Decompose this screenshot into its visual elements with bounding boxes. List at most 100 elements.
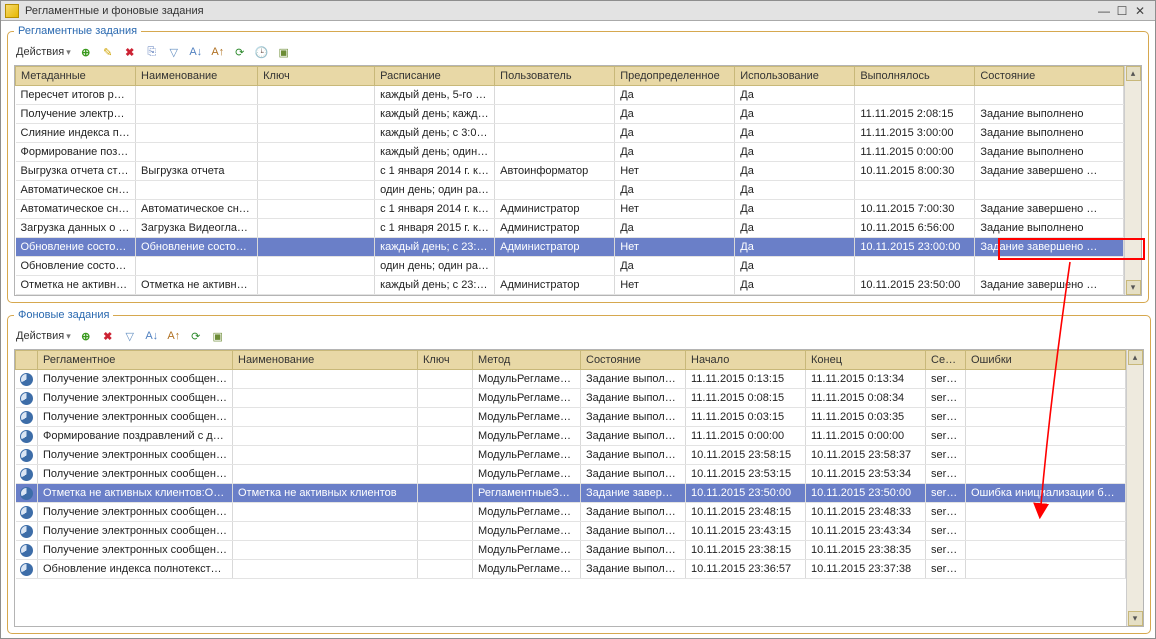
table-row[interactable]: Получение электронных сообщенийМодульРег…: [16, 465, 1126, 484]
column-header[interactable]: Метаданные: [16, 67, 136, 86]
cell: [233, 389, 418, 408]
cell: [16, 446, 38, 465]
table-row[interactable]: Выгрузка отчета ст…Выгрузка отчетас 1 ян…: [16, 162, 1124, 181]
cell: [16, 541, 38, 560]
cell: Да: [615, 86, 735, 105]
copy-icon[interactable]: ⎘: [143, 43, 161, 61]
table-row[interactable]: Отметка не активных клиентов:От…Отметка …: [16, 484, 1126, 503]
actions-menu[interactable]: Действия▾: [14, 45, 73, 59]
maximize-button[interactable]: ☐: [1113, 3, 1131, 19]
table-row[interactable]: Автоматическое сн…Автоматическое сня…с 1…: [16, 200, 1124, 219]
table-row[interactable]: Формирование поздравлений с дн…МодульРег…: [16, 427, 1126, 446]
filter-icon[interactable]: ▽: [121, 327, 139, 345]
cell: [495, 257, 615, 276]
column-header[interactable]: Выполнялось: [855, 67, 975, 86]
minimize-button[interactable]: —: [1095, 3, 1113, 19]
cell: [136, 124, 258, 143]
panel-legend: Регламентные задания: [14, 25, 141, 37]
schedule-icon[interactable]: 🕒: [253, 43, 271, 61]
cell: Задание выполне…: [581, 408, 686, 427]
cell: [418, 408, 473, 427]
cell: [258, 219, 375, 238]
cell: [258, 276, 375, 295]
column-header[interactable]: Предопределенное: [615, 67, 735, 86]
scroll-down-icon[interactable]: ▾: [1128, 611, 1143, 626]
table-row[interactable]: Получение электро…каждый день; кажд…ДаДа…: [16, 105, 1124, 124]
table-row[interactable]: Обновление состоя…один день; один раз…Да…: [16, 257, 1124, 276]
table-row[interactable]: Получение электронных сообщенийМодульРег…: [16, 541, 1126, 560]
column-header[interactable]: Состояние: [581, 351, 686, 370]
column-header[interactable]: Метод: [473, 351, 581, 370]
scrollbar[interactable]: ▴ ▾: [1124, 66, 1141, 295]
column-header[interactable]: Наименование: [136, 67, 258, 86]
table-row[interactable]: Получение электронных сообщенийМодульРег…: [16, 446, 1126, 465]
cell: Задание выполнено: [975, 219, 1124, 238]
table-row[interactable]: Автоматическое сн…один день; один раз…Да…: [16, 181, 1124, 200]
table-row[interactable]: Слияние индекса по…каждый день; с 3:0…Да…: [16, 124, 1124, 143]
filter-icon[interactable]: ▽: [165, 43, 183, 61]
table-row[interactable]: Загрузка данных о …Загрузка Видеоглаз…с …: [16, 219, 1124, 238]
refresh-icon[interactable]: ⟳: [187, 327, 205, 345]
column-header[interactable]: [16, 351, 38, 370]
column-header[interactable]: Использование: [735, 67, 855, 86]
grid-background[interactable]: РегламентноеНаименованиеКлючМетодСостоян…: [15, 350, 1126, 626]
cell: Нет: [615, 238, 735, 257]
sort-desc-icon[interactable]: A↑: [209, 43, 227, 61]
sort-desc-icon[interactable]: A↑: [165, 327, 183, 345]
cell: [495, 105, 615, 124]
column-header[interactable]: Сер…: [926, 351, 966, 370]
cell: serv…: [926, 484, 966, 503]
column-header[interactable]: Ключ: [418, 351, 473, 370]
column-header[interactable]: Расписание: [375, 67, 495, 86]
table-row[interactable]: Получение электронных сообщенийМодульРег…: [16, 522, 1126, 541]
column-header[interactable]: Состояние: [975, 67, 1124, 86]
column-header[interactable]: Ошибки: [966, 351, 1126, 370]
refresh-icon[interactable]: ⟳: [231, 43, 249, 61]
table-row[interactable]: Формирование поз…каждый день; один …ДаДа…: [16, 143, 1124, 162]
cell: Получение электронных сообщений: [38, 465, 233, 484]
scrollbar[interactable]: ▴ ▾: [1126, 350, 1143, 626]
cell: 10.11.2015 23:48:33: [806, 503, 926, 522]
cell: [495, 143, 615, 162]
cell: [233, 408, 418, 427]
table-row[interactable]: Обновление индекса полнотексто…МодульРег…: [16, 560, 1126, 579]
grid-scheduled[interactable]: МетаданныеНаименованиеКлючРасписаниеПоль…: [15, 66, 1124, 295]
edit-icon[interactable]: ✎: [99, 43, 117, 61]
cell: 11.11.2015 0:03:15: [686, 408, 806, 427]
table-row[interactable]: Получение электронных сообщенийМодульРег…: [16, 503, 1126, 522]
table-row[interactable]: Пересчет итогов ре…каждый день, 5-го ч…Д…: [16, 86, 1124, 105]
status-icon: [20, 563, 33, 576]
delete-icon[interactable]: ✖: [99, 327, 117, 345]
column-header[interactable]: Конец: [806, 351, 926, 370]
cell: Получение электронных сообщений: [38, 408, 233, 427]
column-header[interactable]: Регламентное: [38, 351, 233, 370]
column-header[interactable]: Наименование: [233, 351, 418, 370]
sort-asc-icon[interactable]: A↓: [143, 327, 161, 345]
cell: с 1 января 2015 г. к…: [375, 219, 495, 238]
add-icon[interactable]: ⊕: [77, 327, 95, 345]
table-row[interactable]: Получение электронных сообщенийМодульРег…: [16, 408, 1126, 427]
column-header[interactable]: Ключ: [258, 67, 375, 86]
scroll-down-icon[interactable]: ▾: [1126, 280, 1141, 295]
toggle-icon[interactable]: ▣: [275, 43, 293, 61]
sort-asc-icon[interactable]: A↓: [187, 43, 205, 61]
cell: [16, 560, 38, 579]
actions-menu[interactable]: Действия▾: [14, 329, 73, 343]
table-row[interactable]: Обновление состоя…Обновление состоян…каж…: [16, 238, 1124, 257]
toggle-icon[interactable]: ▣: [209, 327, 227, 345]
table-row[interactable]: Отметка не активн…Отметка не активны…каж…: [16, 276, 1124, 295]
cell: Нет: [615, 162, 735, 181]
column-header[interactable]: Пользователь: [495, 67, 615, 86]
cell: Да: [735, 219, 855, 238]
cell: МодульРегламен…: [473, 427, 581, 446]
scroll-up-icon[interactable]: ▴: [1126, 66, 1141, 81]
column-header[interactable]: Начало: [686, 351, 806, 370]
close-button[interactable]: ✕: [1131, 3, 1149, 19]
delete-icon[interactable]: ✖: [121, 43, 139, 61]
table-row[interactable]: Получение электронных сообщенийМодульРег…: [16, 370, 1126, 389]
titlebar: Регламентные и фоновые задания — ☐ ✕: [1, 1, 1155, 21]
table-row[interactable]: Получение электронных сообщенийМодульРег…: [16, 389, 1126, 408]
cell: Да: [615, 105, 735, 124]
scroll-up-icon[interactable]: ▴: [1128, 350, 1143, 365]
add-icon[interactable]: ⊕: [77, 43, 95, 61]
